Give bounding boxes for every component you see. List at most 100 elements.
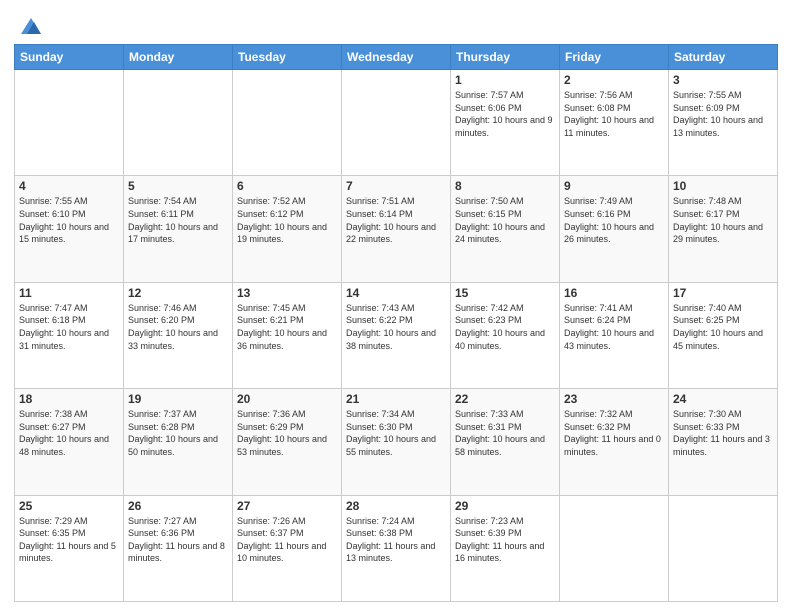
calendar-cell: 16 Sunrise: 7:41 AM Sunset: 6:24 PM Dayli… xyxy=(560,282,669,388)
calendar-cell: 11 Sunrise: 7:47 AM Sunset: 6:18 PM Dayli… xyxy=(15,282,124,388)
calendar-cell: 24 Sunrise: 7:30 AM Sunset: 6:33 PM Dayli… xyxy=(669,389,778,495)
day-number: 14 xyxy=(346,286,446,300)
day-info: Sunrise: 7:37 AM Sunset: 6:28 PM Dayligh… xyxy=(128,408,228,458)
day-info: Sunrise: 7:27 AM Sunset: 6:36 PM Dayligh… xyxy=(128,515,228,565)
calendar-cell: 10 Sunrise: 7:48 AM Sunset: 6:17 PM Dayli… xyxy=(669,176,778,282)
calendar-cell: 28 Sunrise: 7:24 AM Sunset: 6:38 PM Dayli… xyxy=(342,495,451,601)
calendar-cell xyxy=(233,70,342,176)
day-info: Sunrise: 7:42 AM Sunset: 6:23 PM Dayligh… xyxy=(455,302,555,352)
col-header-sunday: Sunday xyxy=(15,45,124,70)
col-header-tuesday: Tuesday xyxy=(233,45,342,70)
calendar-cell: 22Sunrise: 7:33 AM Sunset: 6:31 PM Dayli… xyxy=(451,389,560,495)
day-info: Sunrise: 7:36 AM Sunset: 6:29 PM Dayligh… xyxy=(237,408,337,458)
day-info: Sunrise: 7:26 AM Sunset: 6:37 PM Dayligh… xyxy=(237,515,337,565)
day-info: Sunrise: 7:40 AM Sunset: 6:25 PM Dayligh… xyxy=(673,302,773,352)
calendar-cell: 29 Sunrise: 7:23 AM Sunset: 6:39 PM Dayli… xyxy=(451,495,560,601)
calendar-cell xyxy=(342,70,451,176)
calendar-cell: 4 Sunrise: 7:55 AM Sunset: 6:10 PM Daylig… xyxy=(15,176,124,282)
calendar-cell: 3 Sunrise: 7:55 AM Sunset: 6:09 PM Daylig… xyxy=(669,70,778,176)
day-number: 1 xyxy=(455,73,555,87)
col-header-saturday: Saturday xyxy=(669,45,778,70)
day-number: 25 xyxy=(19,499,119,513)
calendar-week-row: 25Sunrise: 7:29 AM Sunset: 6:35 PM Dayli… xyxy=(15,495,778,601)
day-number: 7 xyxy=(346,179,446,193)
day-info: Sunrise: 7:32 AM Sunset: 6:32 PM Dayligh… xyxy=(564,408,664,458)
calendar-cell: 17 Sunrise: 7:40 AM Sunset: 6:25 PM Dayli… xyxy=(669,282,778,388)
day-info: Sunrise: 7:38 AM Sunset: 6:27 PM Dayligh… xyxy=(19,408,119,458)
day-number: 3 xyxy=(673,73,773,87)
calendar-cell: 1 Sunrise: 7:57 AM Sunset: 6:06 PM Daylig… xyxy=(451,70,560,176)
day-number: 17 xyxy=(673,286,773,300)
day-info: Sunrise: 7:55 AM Sunset: 6:10 PM Dayligh… xyxy=(19,195,119,245)
day-number: 18 xyxy=(19,392,119,406)
calendar-cell: 13Sunrise: 7:45 AM Sunset: 6:21 PM Dayli… xyxy=(233,282,342,388)
calendar-cell: 25Sunrise: 7:29 AM Sunset: 6:35 PM Dayli… xyxy=(15,495,124,601)
day-info: Sunrise: 7:30 AM Sunset: 6:33 PM Dayligh… xyxy=(673,408,773,458)
calendar-week-row: 11 Sunrise: 7:47 AM Sunset: 6:18 PM Dayli… xyxy=(15,282,778,388)
day-number: 24 xyxy=(673,392,773,406)
day-info: Sunrise: 7:46 AM Sunset: 6:20 PM Dayligh… xyxy=(128,302,228,352)
calendar-week-row: 4 Sunrise: 7:55 AM Sunset: 6:10 PM Daylig… xyxy=(15,176,778,282)
day-number: 6 xyxy=(237,179,337,193)
day-info: Sunrise: 7:51 AM Sunset: 6:14 PM Dayligh… xyxy=(346,195,446,245)
calendar-cell: 9Sunrise: 7:49 AM Sunset: 6:16 PM Daylig… xyxy=(560,176,669,282)
day-info: Sunrise: 7:34 AM Sunset: 6:30 PM Dayligh… xyxy=(346,408,446,458)
day-info: Sunrise: 7:55 AM Sunset: 6:09 PM Dayligh… xyxy=(673,89,773,139)
day-info: Sunrise: 7:43 AM Sunset: 6:22 PM Dayligh… xyxy=(346,302,446,352)
calendar-table: SundayMondayTuesdayWednesdayThursdayFrid… xyxy=(14,44,778,602)
calendar-cell: 18 Sunrise: 7:38 AM Sunset: 6:27 PM Dayli… xyxy=(15,389,124,495)
day-info: Sunrise: 7:45 AM Sunset: 6:21 PM Dayligh… xyxy=(237,302,337,352)
calendar-cell: 7 Sunrise: 7:51 AM Sunset: 6:14 PM Daylig… xyxy=(342,176,451,282)
page: SundayMondayTuesdayWednesdayThursdayFrid… xyxy=(0,0,792,612)
calendar-cell xyxy=(124,70,233,176)
day-number: 12 xyxy=(128,286,228,300)
calendar-cell: 14 Sunrise: 7:43 AM Sunset: 6:22 PM Dayli… xyxy=(342,282,451,388)
calendar-cell: 27 Sunrise: 7:26 AM Sunset: 6:37 PM Dayli… xyxy=(233,495,342,601)
day-number: 8 xyxy=(455,179,555,193)
header xyxy=(14,10,778,40)
day-info: Sunrise: 7:48 AM Sunset: 6:17 PM Dayligh… xyxy=(673,195,773,245)
logo xyxy=(14,14,45,40)
day-info: Sunrise: 7:56 AM Sunset: 6:08 PM Dayligh… xyxy=(564,89,664,139)
day-number: 29 xyxy=(455,499,555,513)
calendar-cell xyxy=(560,495,669,601)
day-number: 28 xyxy=(346,499,446,513)
day-info: Sunrise: 7:50 AM Sunset: 6:15 PM Dayligh… xyxy=(455,195,555,245)
col-header-thursday: Thursday xyxy=(451,45,560,70)
col-header-monday: Monday xyxy=(124,45,233,70)
calendar-cell: 8 Sunrise: 7:50 AM Sunset: 6:15 PM Daylig… xyxy=(451,176,560,282)
day-info: Sunrise: 7:47 AM Sunset: 6:18 PM Dayligh… xyxy=(19,302,119,352)
calendar-cell: 2Sunrise: 7:56 AM Sunset: 6:08 PM Daylig… xyxy=(560,70,669,176)
calendar-cell: 6 Sunrise: 7:52 AM Sunset: 6:12 PM Daylig… xyxy=(233,176,342,282)
day-info: Sunrise: 7:57 AM Sunset: 6:06 PM Dayligh… xyxy=(455,89,555,139)
calendar-cell: 23Sunrise: 7:32 AM Sunset: 6:32 PM Dayli… xyxy=(560,389,669,495)
calendar-cell: 12 Sunrise: 7:46 AM Sunset: 6:20 PM Dayli… xyxy=(124,282,233,388)
calendar-cell xyxy=(15,70,124,176)
calendar-week-row: 1 Sunrise: 7:57 AM Sunset: 6:06 PM Daylig… xyxy=(15,70,778,176)
calendar-cell: 19Sunrise: 7:37 AM Sunset: 6:28 PM Dayli… xyxy=(124,389,233,495)
day-number: 22 xyxy=(455,392,555,406)
day-number: 16 xyxy=(564,286,664,300)
logo-icon xyxy=(17,12,45,40)
day-number: 26 xyxy=(128,499,228,513)
calendar-cell xyxy=(669,495,778,601)
calendar-week-row: 18 Sunrise: 7:38 AM Sunset: 6:27 PM Dayli… xyxy=(15,389,778,495)
day-info: Sunrise: 7:54 AM Sunset: 6:11 PM Dayligh… xyxy=(128,195,228,245)
day-number: 20 xyxy=(237,392,337,406)
day-number: 10 xyxy=(673,179,773,193)
day-info: Sunrise: 7:41 AM Sunset: 6:24 PM Dayligh… xyxy=(564,302,664,352)
day-number: 27 xyxy=(237,499,337,513)
day-info: Sunrise: 7:52 AM Sunset: 6:12 PM Dayligh… xyxy=(237,195,337,245)
day-info: Sunrise: 7:24 AM Sunset: 6:38 PM Dayligh… xyxy=(346,515,446,565)
day-number: 4 xyxy=(19,179,119,193)
col-header-wednesday: Wednesday xyxy=(342,45,451,70)
day-number: 15 xyxy=(455,286,555,300)
day-number: 21 xyxy=(346,392,446,406)
calendar-cell: 15 Sunrise: 7:42 AM Sunset: 6:23 PM Dayli… xyxy=(451,282,560,388)
col-header-friday: Friday xyxy=(560,45,669,70)
day-info: Sunrise: 7:23 AM Sunset: 6:39 PM Dayligh… xyxy=(455,515,555,565)
day-number: 11 xyxy=(19,286,119,300)
calendar-cell: 20 Sunrise: 7:36 AM Sunset: 6:29 PM Dayli… xyxy=(233,389,342,495)
day-info: Sunrise: 7:49 AM Sunset: 6:16 PM Dayligh… xyxy=(564,195,664,245)
calendar-header-row: SundayMondayTuesdayWednesdayThursdayFrid… xyxy=(15,45,778,70)
